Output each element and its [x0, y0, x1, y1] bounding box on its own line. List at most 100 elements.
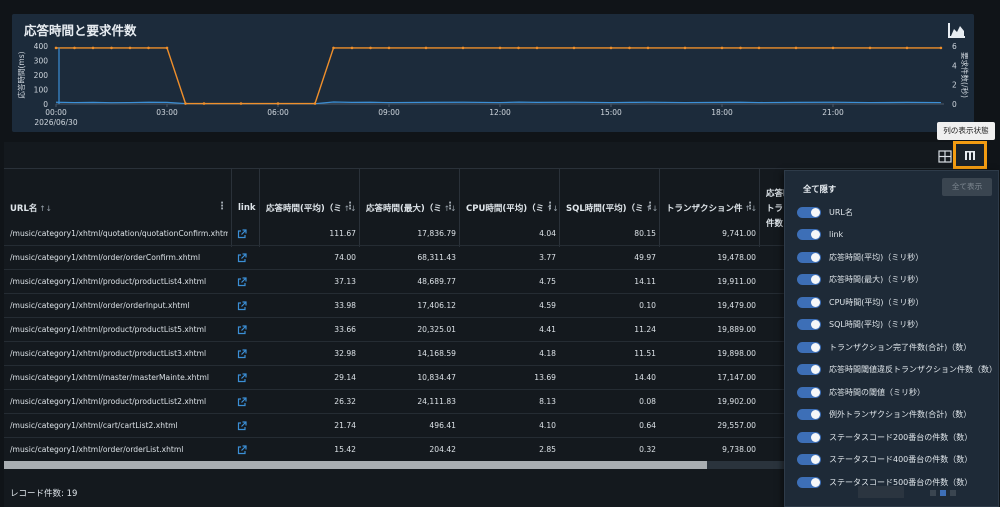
cell-tx: 29,557.00: [717, 421, 756, 430]
cell-avg: 21.74: [334, 421, 356, 430]
toggle-switch[interactable]: [797, 386, 821, 398]
external-link-icon[interactable]: [237, 349, 247, 359]
column-toggle-row[interactable]: link: [797, 224, 843, 246]
pagination[interactable]: [858, 486, 978, 498]
series-point-requests: [239, 102, 243, 105]
column-toggle-row[interactable]: 例外トランザクション件数(合計)（数）: [797, 404, 971, 426]
column-menu-icon[interactable]: ⋮: [545, 202, 555, 212]
sort-icon[interactable]: ↑↓: [39, 204, 52, 213]
external-link-icon[interactable]: [237, 373, 247, 383]
cell-sql: 11.24: [634, 325, 656, 334]
toggle-switch[interactable]: [797, 229, 821, 240]
cell-avg: 29.14: [334, 373, 356, 382]
cell-url: /music/category1/xhtml/product/productLi…: [10, 349, 207, 358]
cell-url: /music/category1/xhtml/cart/cartList2.xh…: [10, 421, 178, 430]
column-toggle-row[interactable]: 応答時間閾値違反トランザクション件数（数）: [797, 359, 997, 381]
y-axis-label: 応答時間(ms): [16, 51, 26, 98]
column-visibility-button[interactable]: [953, 141, 987, 169]
external-link-icon[interactable]: [237, 421, 247, 431]
hide-all-button[interactable]: 全て隠す: [803, 183, 836, 195]
column-toggle-row[interactable]: ステータスコード400番台の件数（数）: [797, 449, 972, 471]
cell-sql: 49.97: [634, 253, 656, 262]
x-tick-label: 06:00: [267, 108, 289, 117]
external-link-icon[interactable]: [237, 301, 247, 311]
column-toggle-row[interactable]: トランザクション完了件数(合計)（数）: [797, 336, 971, 358]
series-point-requests: [184, 102, 187, 105]
cell-max: 17,836.79: [417, 229, 456, 238]
toggle-knob: [811, 275, 820, 284]
y-right-axis-label: 要求件数(/秒): [960, 52, 970, 98]
column-toggle-row[interactable]: 応答時間の閾値（ミリ秒）: [797, 381, 925, 403]
toggle-switch[interactable]: [797, 409, 821, 420]
show-all-button[interactable]: 全て表示: [942, 178, 992, 196]
series-point-requests: [757, 46, 761, 50]
toggle-switch[interactable]: [797, 364, 821, 375]
x-tick-label: 09:00: [378, 108, 400, 117]
column-menu-icon[interactable]: ⋮: [645, 202, 655, 212]
external-link-icon[interactable]: [237, 325, 247, 335]
toggle-label: 応答時間(最大)（ミリ秒）: [829, 275, 924, 284]
series-point-requests: [905, 46, 909, 50]
external-link-icon[interactable]: [237, 397, 247, 407]
external-link-icon[interactable]: [237, 229, 247, 239]
x-tick-label: 00:00: [45, 108, 67, 117]
column-header-label: 応答時間(最大)（ミ: [366, 204, 442, 214]
column-menu-icon[interactable]: ⋮: [345, 202, 355, 212]
grid-layout-icon[interactable]: [938, 150, 954, 164]
cell-max: 17,406.12: [417, 301, 456, 310]
column-menu-icon[interactable]: ⋮: [445, 202, 455, 212]
column-toggle-row[interactable]: SQL時間(平均)（ミリ秒）: [797, 314, 923, 336]
scrollbar-thumb[interactable]: [4, 461, 707, 469]
toggle-switch[interactable]: [797, 251, 821, 263]
column-menu-icon[interactable]: ⋮: [217, 202, 227, 212]
line-chart: 4003002001000642000:00 03:00 06:00 09:00 12:…: [16, 42, 970, 127]
series-point-requests: [202, 102, 206, 105]
x-tick-label: 12:00: [489, 108, 511, 117]
toggle-switch[interactable]: [797, 296, 821, 308]
toggle-label: 応答時間閾値違反トランザクション件数（数）: [829, 365, 997, 374]
y-right-tick-label: 2: [952, 81, 957, 90]
x-tick-label: 18:00: [711, 108, 733, 117]
toggle-switch[interactable]: [797, 431, 821, 443]
toggle-switch[interactable]: [797, 319, 821, 330]
series-point-requests: [939, 46, 943, 50]
external-link-icon[interactable]: [237, 253, 247, 263]
columns-icon: [965, 151, 975, 160]
toggle-switch[interactable]: [797, 454, 821, 465]
column-toggle-row[interactable]: CPU時間(平均)（ミリ秒）: [797, 291, 924, 313]
y-tick-label: 400: [34, 42, 49, 51]
cell-tx: 19,898.00: [717, 349, 756, 358]
column-toggle-row[interactable]: 応答時間(平均)（ミリ秒）: [797, 246, 923, 268]
column-toggle-row[interactable]: ステータスコード200番台の件数（数）: [797, 426, 972, 448]
cell-max: 14,168.59: [417, 349, 456, 358]
toggle-knob: [811, 297, 820, 307]
cell-avg: 26.32: [334, 397, 356, 406]
toggle-label: SQL時間(平均)（ミリ秒）: [829, 320, 924, 329]
horizontal-scrollbar[interactable]: [4, 461, 786, 469]
toggle-knob: [811, 252, 820, 262]
cell-avg: 74.00: [334, 253, 356, 262]
toggle-knob: [811, 207, 820, 217]
column-toggle-row[interactable]: 応答時間(最大)（ミリ秒）: [797, 269, 923, 291]
toggle-switch[interactable]: [797, 476, 821, 488]
series-point-requests: [73, 46, 76, 50]
toggle-switch[interactable]: [797, 341, 821, 353]
x-tick-label: 03:00: [156, 108, 178, 117]
cell-url: /music/category1/xhtml/order/orderConfir…: [10, 253, 201, 262]
column-header-label: トラ: [766, 204, 784, 214]
column-visibility-panel: 全て隠す 全て表示 URL名 link 応答時間(平均)（ミリ秒） 応答時間(最大)（…: [784, 170, 999, 507]
cell-tx: 19,889.00: [717, 325, 756, 334]
column-toggle-row[interactable]: URL名: [797, 201, 853, 223]
cell-cpu: 4.10: [539, 421, 556, 430]
cell-max: 496.41: [429, 421, 456, 430]
external-link-icon[interactable]: [237, 445, 247, 455]
cell-tx: 17,147.00: [717, 373, 756, 382]
y-right-tick-label: 6: [952, 42, 957, 51]
external-link-icon[interactable]: [237, 277, 247, 287]
cell-tx: 9,738.00: [722, 445, 756, 454]
toggle-switch[interactable]: [797, 206, 821, 218]
cell-max: 24,111.83: [417, 397, 456, 406]
toggle-switch[interactable]: [797, 274, 821, 285]
column-menu-icon[interactable]: ⋮: [745, 202, 755, 212]
series-point-requests: [91, 46, 95, 50]
